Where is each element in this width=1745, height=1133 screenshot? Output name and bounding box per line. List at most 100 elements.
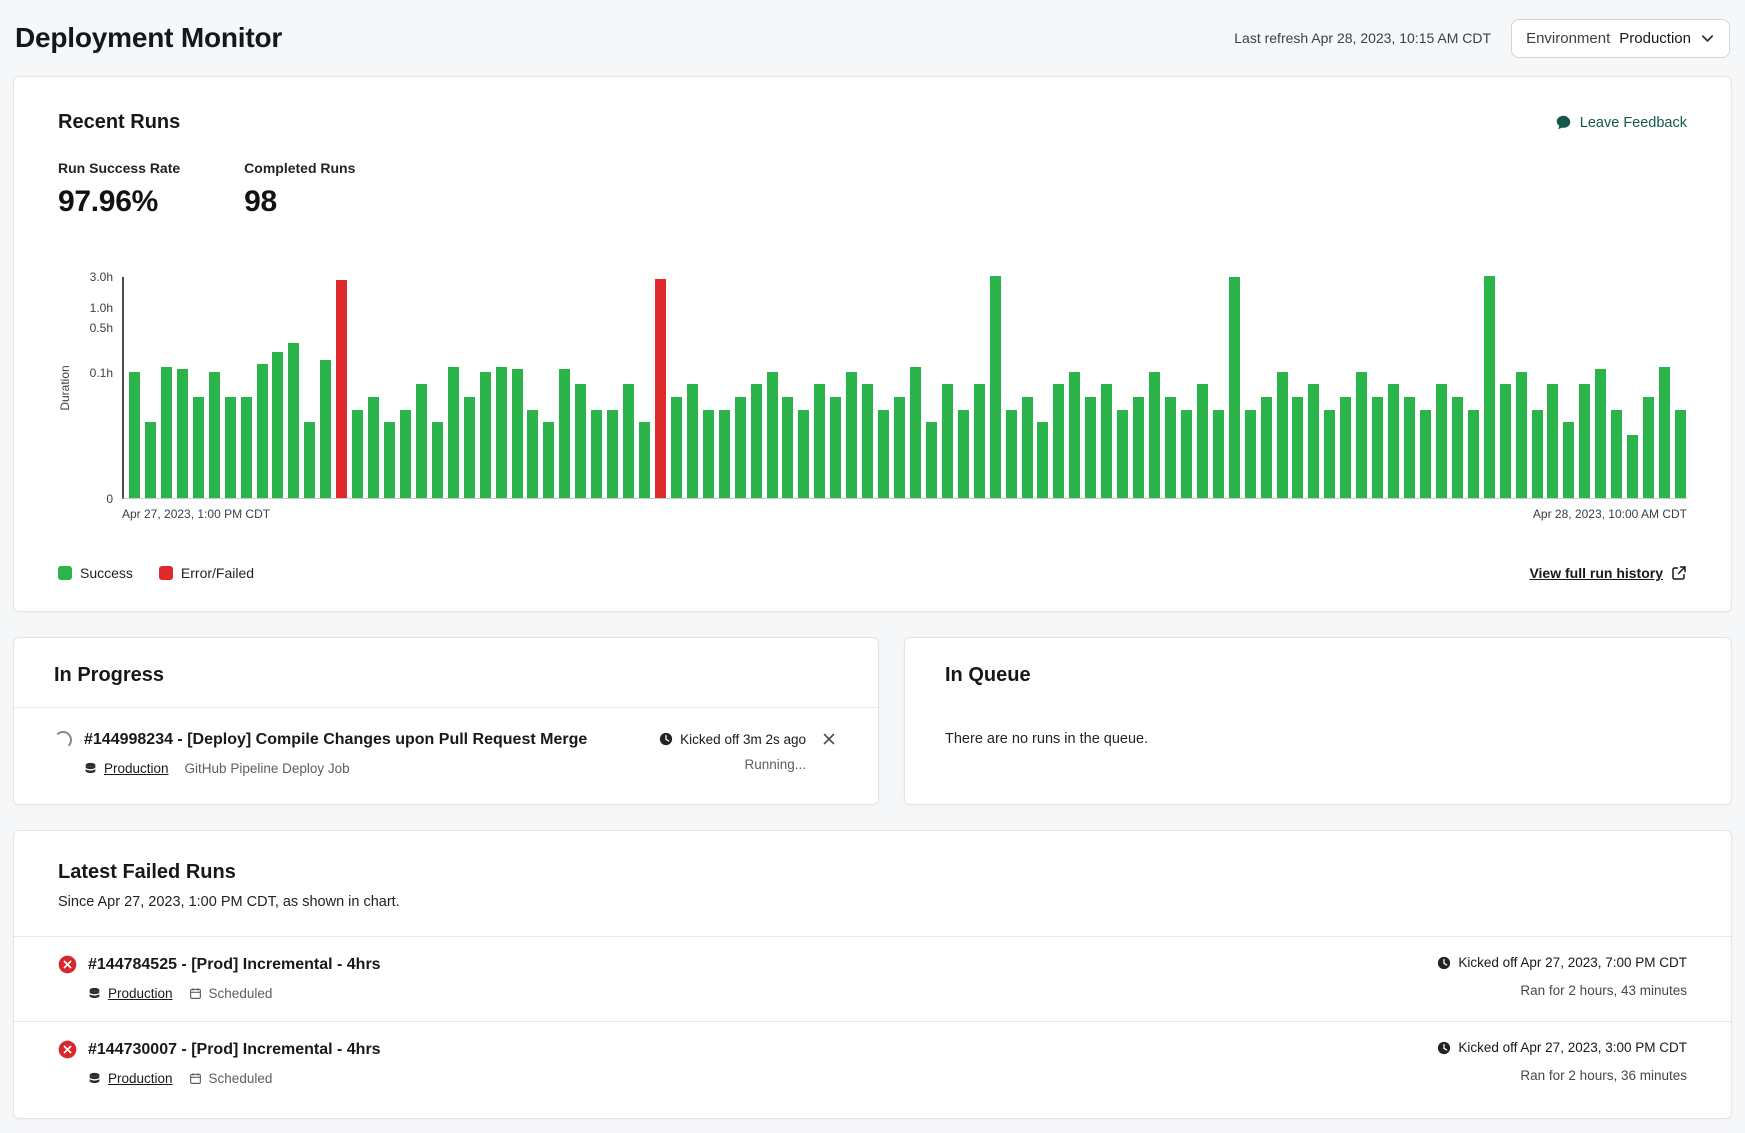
chart-bar-success[interactable] [814, 384, 825, 498]
chart-bar-success[interactable] [1595, 369, 1606, 498]
chart-bar-success[interactable] [416, 384, 427, 498]
chart-bar-success[interactable] [1579, 384, 1590, 498]
chart-bar-success[interactable] [1547, 384, 1558, 498]
chart-bar-success[interactable] [751, 384, 762, 498]
chart-bar-success[interactable] [1532, 410, 1543, 498]
chart-bar-success[interactable] [1627, 435, 1638, 498]
chart-bar-success[interactable] [496, 367, 507, 498]
chart-bar-success[interactable] [1500, 384, 1511, 498]
chart-bar-success[interactable] [1308, 384, 1319, 498]
chart-bar-success[interactable] [543, 422, 554, 498]
chart-bar-success[interactable] [1037, 422, 1048, 498]
chart-bar-success[interactable] [1069, 372, 1080, 498]
chart-bar-success[interactable] [942, 384, 953, 498]
chart-bar-success[interactable] [1245, 410, 1256, 498]
chart-bar-success[interactable] [1197, 384, 1208, 498]
chart-bar-success[interactable] [1324, 410, 1335, 498]
chart-bar-success[interactable] [1261, 397, 1272, 498]
chart-bar-success[interactable] [894, 397, 905, 498]
view-full-run-history-link[interactable]: View full run history [1529, 565, 1687, 581]
chart-bar-success[interactable] [1117, 410, 1128, 498]
chart-bar-success[interactable] [1165, 397, 1176, 498]
chart-bar-success[interactable] [575, 384, 586, 498]
chart-bar-success[interactable] [1404, 397, 1415, 498]
chart-bar-success[interactable] [1340, 397, 1351, 498]
chart-bar-success[interactable] [735, 397, 746, 498]
chart-bar-success[interactable] [607, 410, 618, 498]
chart-bar-success[interactable] [846, 372, 857, 498]
chart-bar-success[interactable] [527, 410, 538, 498]
chart-bar-success[interactable] [687, 384, 698, 498]
chart-bar-success[interactable] [1149, 372, 1160, 498]
chart-bar-success[interactable] [129, 372, 140, 498]
chart-bar-success[interactable] [591, 410, 602, 498]
chart-bar-success[interactable] [1611, 410, 1622, 498]
chart-bar-success[interactable] [512, 369, 523, 498]
chart-bar-success[interactable] [1516, 372, 1527, 498]
chart-bar-success[interactable] [1006, 410, 1017, 498]
chart-bar-success[interactable] [1133, 397, 1144, 498]
environment-dropdown[interactable]: Environment Production [1511, 19, 1730, 58]
production-environment-link[interactable]: Production [104, 761, 169, 776]
chart-bar-success[interactable] [830, 397, 841, 498]
chart-bar-success[interactable] [209, 372, 220, 498]
chart-bar-success[interactable] [926, 422, 937, 498]
chart-bar-success[interactable] [1372, 397, 1383, 498]
chart-bar-success[interactable] [464, 397, 475, 498]
chart-bar-success[interactable] [1484, 276, 1495, 498]
chart-bar-success[interactable] [272, 352, 283, 498]
chart-bar-success[interactable] [177, 369, 188, 498]
chart-bar-success[interactable] [1292, 397, 1303, 498]
chart-bar-success[interactable] [432, 422, 443, 498]
production-environment-link[interactable]: Production [108, 1071, 173, 1086]
chart-bar-success[interactable] [1085, 397, 1096, 498]
chart-bar-success[interactable] [368, 397, 379, 498]
chart-bar-success[interactable] [559, 369, 570, 498]
chart-bar-success[interactable] [1053, 384, 1064, 498]
chart-bar-success[interactable] [352, 410, 363, 498]
chart-bar-success[interactable] [257, 364, 268, 498]
chart-bar-success[interactable] [990, 276, 1001, 498]
chart-bar-success[interactable] [304, 422, 315, 498]
chart-bar-success[interactable] [1643, 397, 1654, 498]
chart-bar-success[interactable] [384, 422, 395, 498]
chart-bar-success[interactable] [719, 410, 730, 498]
chart-bar-success[interactable] [193, 397, 204, 498]
chart-bar-success[interactable] [1022, 397, 1033, 498]
chart-bar-success[interactable] [1420, 410, 1431, 498]
chart-bar-error[interactable] [655, 279, 666, 498]
chart-bar-success[interactable] [400, 410, 411, 498]
chart-bar-success[interactable] [288, 343, 299, 498]
chart-bar-success[interactable] [448, 367, 459, 498]
chart-bar-success[interactable] [320, 360, 331, 498]
chart-bar-success[interactable] [241, 397, 252, 498]
chart-bar-success[interactable] [639, 422, 650, 498]
chart-bar-success[interactable] [1229, 277, 1240, 498]
chart-bar-success[interactable] [958, 410, 969, 498]
chart-bar-success[interactable] [798, 410, 809, 498]
chart-bar-success[interactable] [623, 384, 634, 498]
chart-bar-success[interactable] [161, 367, 172, 498]
production-environment-link[interactable]: Production [108, 986, 173, 1001]
chart-bar-success[interactable] [671, 397, 682, 498]
chart-bar-success[interactable] [1277, 372, 1288, 498]
chart-bar-success[interactable] [1101, 384, 1112, 498]
chart-bar-success[interactable] [1468, 410, 1479, 498]
chart-bar-success[interactable] [1388, 384, 1399, 498]
chart-bar-success[interactable] [145, 422, 156, 498]
chart-bar-success[interactable] [1452, 397, 1463, 498]
chart-bar-success[interactable] [1436, 384, 1447, 498]
chart-bar-success[interactable] [225, 397, 236, 498]
chart-bar-success[interactable] [767, 372, 778, 498]
chart-bar-success[interactable] [1213, 410, 1224, 498]
chart-bar-success[interactable] [703, 410, 714, 498]
chart-bar-success[interactable] [974, 384, 985, 498]
chart-bar-success[interactable] [878, 410, 889, 498]
chart-bar-success[interactable] [1181, 410, 1192, 498]
chart-bar-success[interactable] [1675, 410, 1686, 498]
chart-bar-success[interactable] [862, 384, 873, 498]
chart-bar-success[interactable] [1563, 422, 1574, 498]
dismiss-run-button[interactable] [820, 730, 838, 748]
chart-bar-success[interactable] [480, 372, 491, 498]
leave-feedback-link[interactable]: Leave Feedback [1555, 114, 1687, 131]
